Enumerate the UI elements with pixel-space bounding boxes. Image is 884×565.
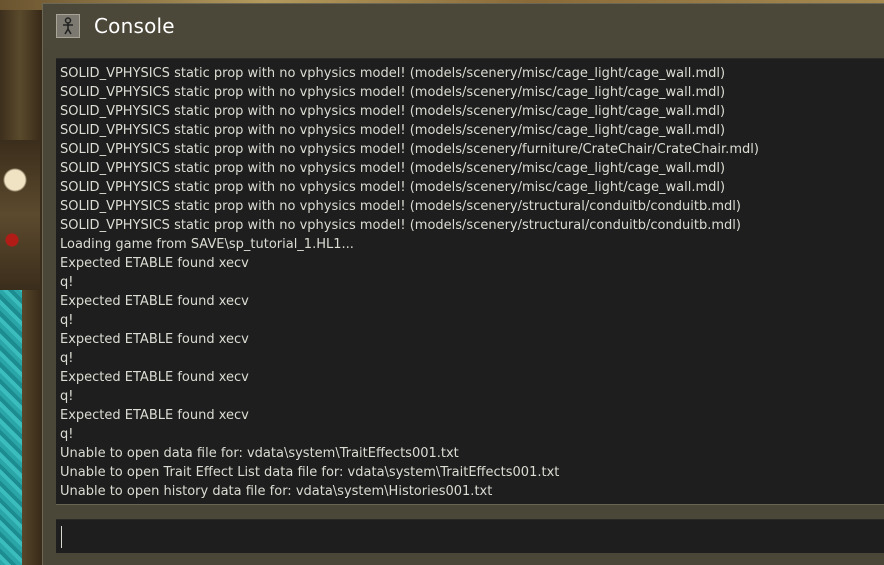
log-line: q! (60, 427, 74, 442)
game-ornament-decoration (0, 140, 40, 290)
log-line: SOLID_VPHYSICS static prop with no vphys… (60, 85, 726, 100)
log-line: SOLID_VPHYSICS static prop with no vphys… (60, 199, 741, 214)
console-titlebar[interactable]: Console (43, 4, 884, 49)
log-line: q! (60, 275, 74, 290)
log-line: Expected ETABLE found xecv (60, 408, 249, 423)
console-window[interactable]: Console SOLID_VPHYSICS static prop with … (42, 3, 884, 565)
log-line: SOLID_VPHYSICS static prop with no vphys… (60, 104, 726, 119)
log-line: Expected ETABLE found xecv (60, 294, 249, 309)
console-log-output[interactable]: SOLID_VPHYSICS static prop with no vphys… (56, 58, 884, 505)
log-line: Expected ETABLE found xecv (60, 256, 249, 271)
log-line: SOLID_VPHYSICS static prop with no vphys… (60, 142, 759, 157)
log-line: Expected ETABLE found xecv (60, 332, 249, 347)
log-line: Unable to open data file for: vdata\syst… (60, 446, 459, 461)
log-line: Unable to open history data file for: vd… (60, 484, 493, 499)
game-teal-panel (0, 290, 22, 565)
console-command-input[interactable] (59, 523, 879, 549)
log-line: SOLID_VPHYSICS static prop with no vphys… (60, 161, 726, 176)
log-line: q! (60, 351, 74, 366)
log-line: SOLID_VPHYSICS static prop with no vphys… (60, 180, 726, 195)
console-title: Console (94, 14, 175, 38)
log-line: q! (60, 313, 74, 328)
hl-lambda-person-icon (56, 14, 80, 38)
log-line: q! (60, 389, 74, 404)
log-line: SOLID_VPHYSICS static prop with no vphys… (60, 123, 726, 138)
console-input-row[interactable] (56, 519, 884, 553)
log-line: Unable to open Trait Effect List data fi… (60, 465, 560, 480)
log-line: SOLID_VPHYSICS static prop with no vphys… (60, 66, 726, 81)
log-line: Expected ETABLE found xecv (60, 370, 249, 385)
hl-lambda-person-icon-glyph (63, 17, 73, 35)
log-line: SOLID_VPHYSICS static prop with no vphys… (60, 218, 741, 233)
log-line: Loading game from SAVE\sp_tutorial_1.HL1… (60, 237, 354, 252)
